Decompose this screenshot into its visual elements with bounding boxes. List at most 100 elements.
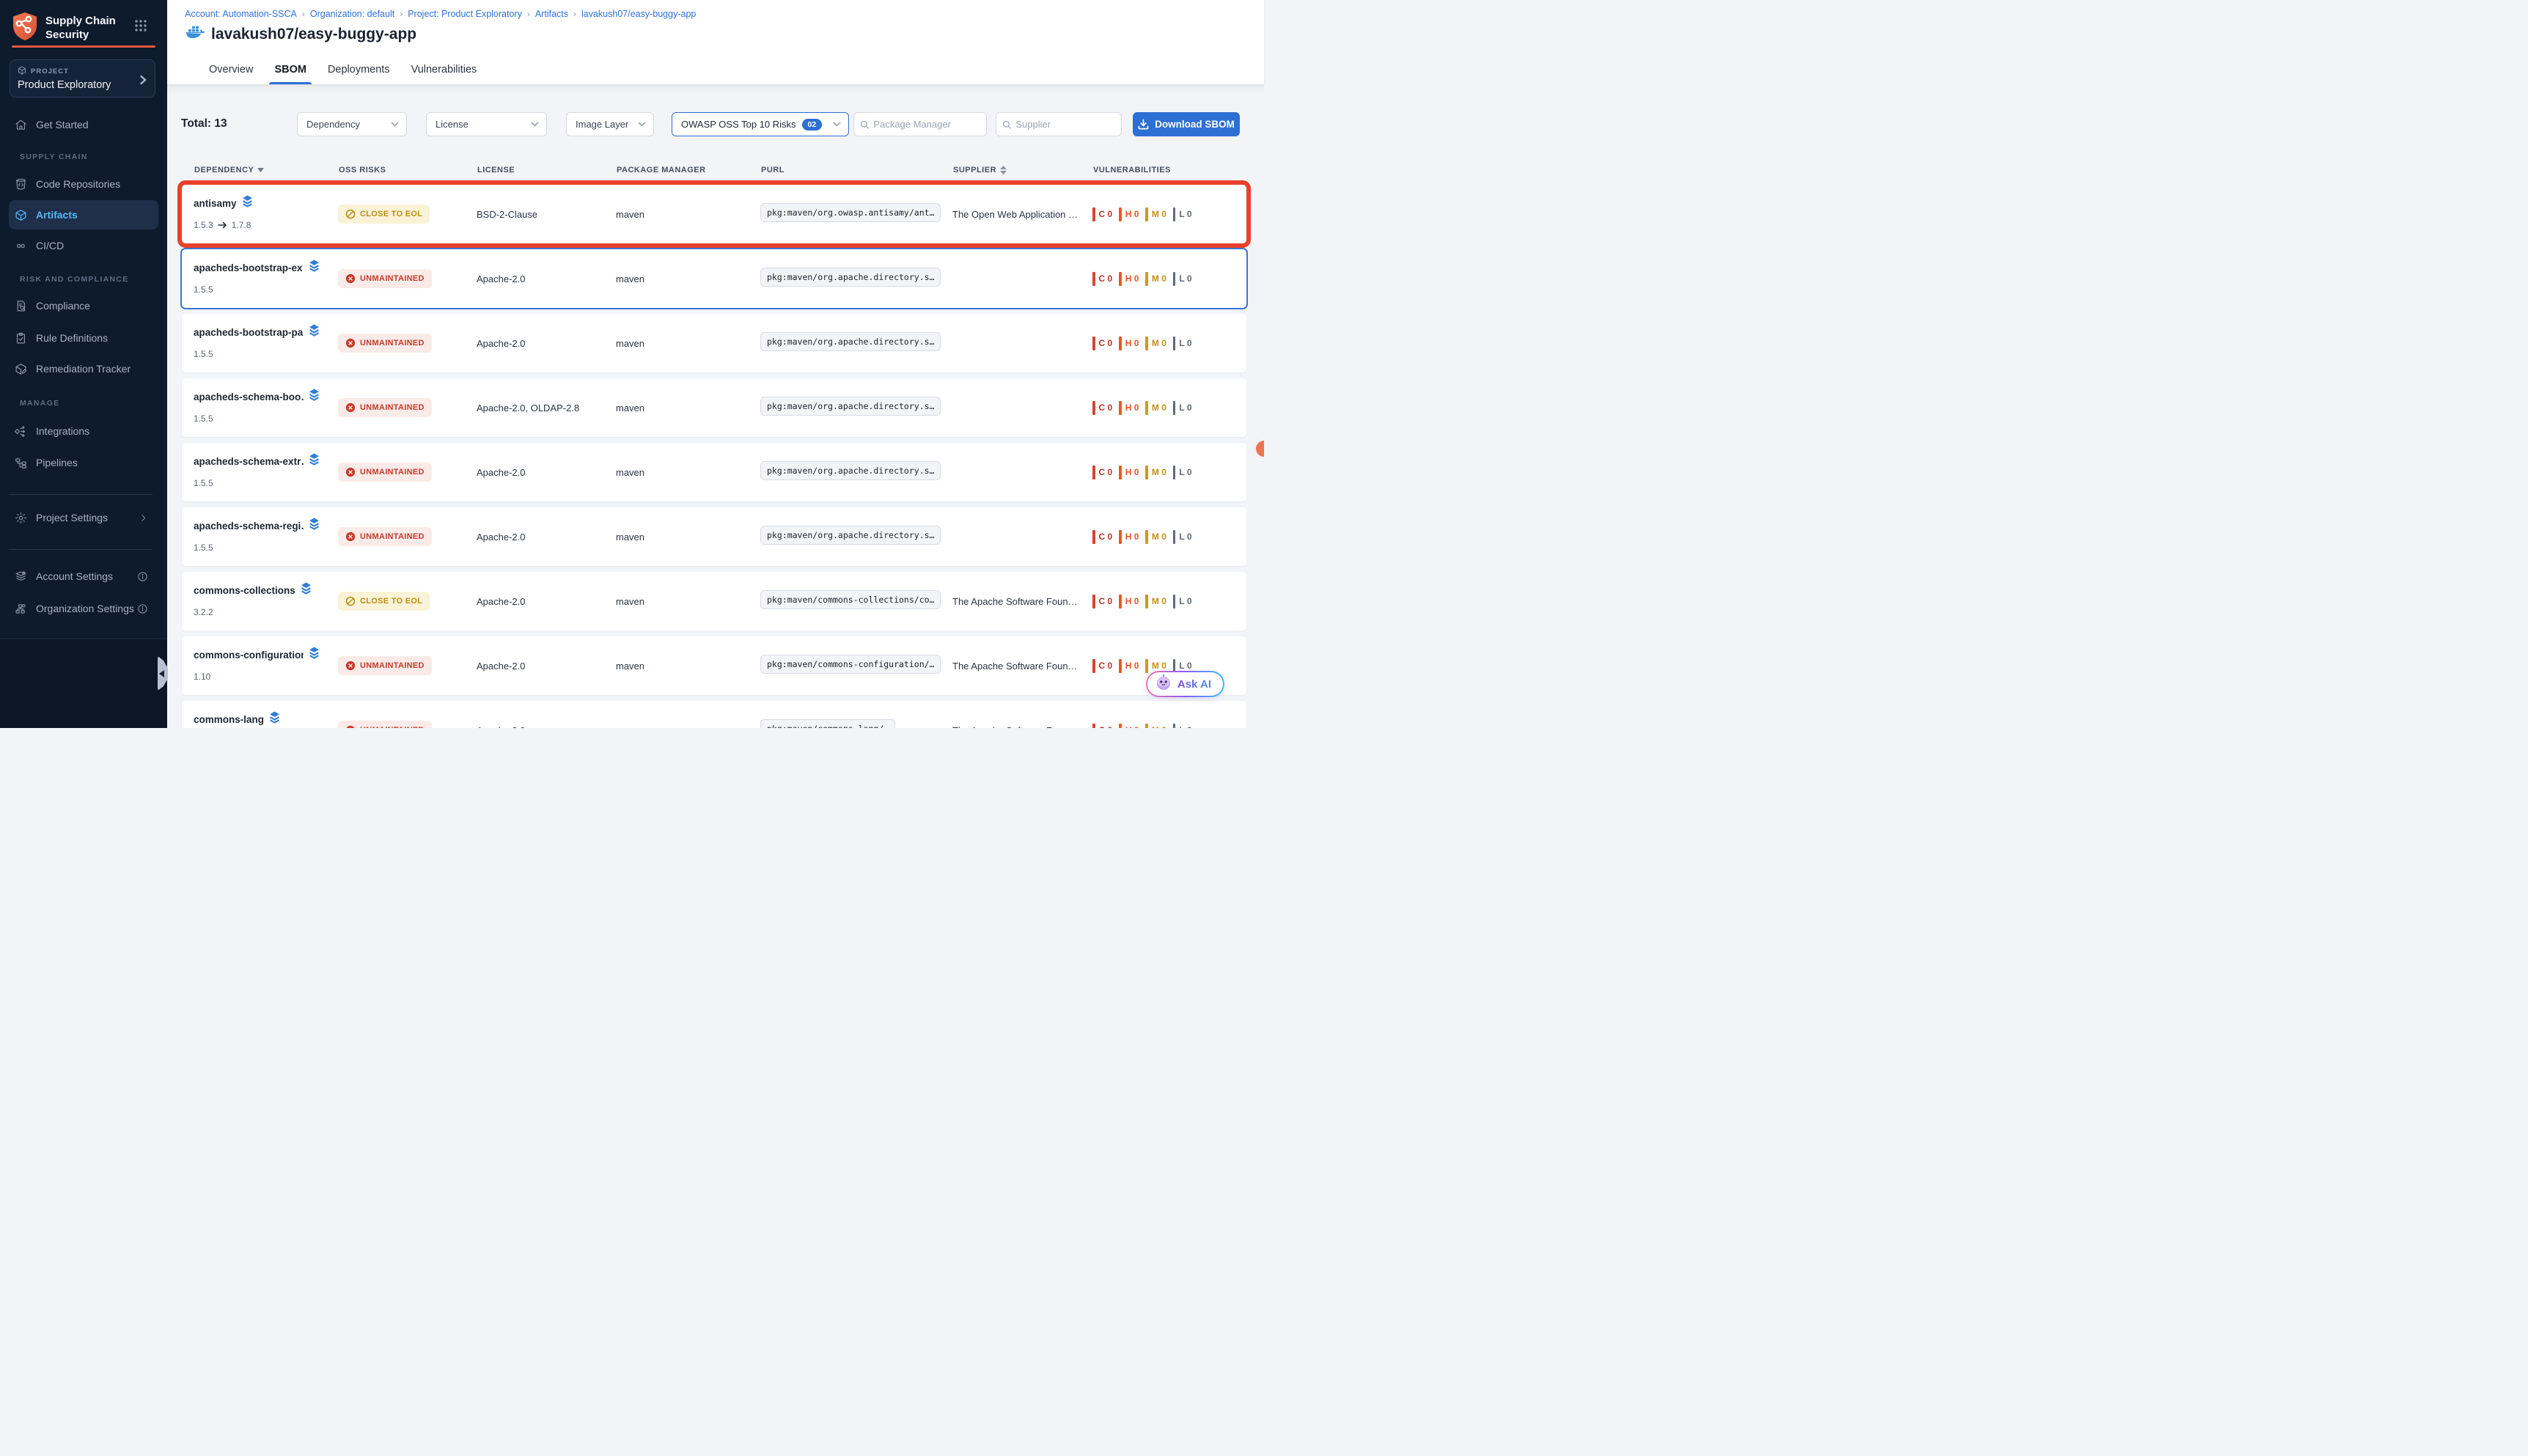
purl-value[interactable]: pkg:maven/org.apache.directory.s… (760, 397, 941, 416)
tab-overview[interactable]: Overview (208, 55, 254, 84)
dependency-version: 3.2.2 (194, 607, 338, 617)
main-content: Account: Automation-SSCA › Organization:… (167, 0, 1264, 728)
severity-bar (1173, 401, 1176, 415)
package-manager-value: maven (616, 209, 748, 220)
supplier-value: The Open Web Application … (952, 209, 1084, 220)
sidebar-item-integrations[interactable]: Integrations (9, 420, 158, 442)
purl-value[interactable]: pkg:maven/org.owasp.antisamy/ant… (760, 203, 941, 222)
tab-vulnerabilities[interactable]: Vulnerabilities (411, 55, 478, 84)
circle-x-icon (345, 338, 356, 348)
brand-divider (12, 45, 155, 48)
circle-x-icon (345, 532, 356, 542)
dependency-version: 1.10 (194, 672, 338, 682)
sidebar-item-remediation-tracker[interactable]: Remediation Tracker (9, 358, 158, 380)
severity-bar (1119, 530, 1122, 544)
table-row[interactable]: apacheds-schema-regi… 1.5.5 UNMAINTAINED… (182, 507, 1246, 566)
severity-bar (1092, 466, 1095, 479)
purl-value[interactable]: pkg:maven/commons-collections/co… (760, 590, 941, 609)
supplier-value: The Apache Software Foun… (952, 596, 1084, 607)
sidebar-item-artifacts[interactable]: Artifacts (9, 200, 158, 229)
table-row[interactable]: apacheds-schema-extr… 1.5.5 UNMAINTAINED… (182, 443, 1246, 501)
table-row[interactable]: apacheds-schema-boo… 1.5.5 UNMAINTAINED … (182, 378, 1246, 437)
tab-sbom[interactable]: SBOM (273, 55, 307, 84)
purl-value[interactable]: pkg:maven/commons-configuration/… (760, 655, 941, 674)
table-row[interactable]: antisamy 1.5.3 1.7.8 CLOSE TO EOL BSD-2-… (182, 185, 1246, 243)
table-row[interactable]: apacheds-bootstrap-pa… 1.5.5 UNMAINTAINE… (182, 314, 1246, 372)
license-value: Apache-2.0 (477, 661, 609, 672)
severity-label: C 0 (1099, 338, 1113, 348)
purl-value[interactable]: pkg:maven/org.apache.directory.s… (760, 268, 941, 287)
severity-h-count: H 0 (1119, 207, 1139, 221)
info-icon[interactable] (137, 571, 148, 582)
severity-bar (1173, 724, 1176, 729)
severity-label: L 0 (1179, 467, 1191, 477)
purl-value[interactable]: pkg:maven/commons-lang/… (760, 719, 895, 729)
box-edit-icon (15, 363, 27, 375)
breadcrumb-account[interactable]: Account: Automation-SSCA (185, 9, 297, 19)
severity-label: C 0 (1099, 532, 1113, 542)
purl-value[interactable]: pkg:maven/org.apache.directory.s… (760, 526, 941, 545)
breadcrumb-project[interactable]: Project: Product Exploratory (408, 9, 522, 19)
sidebar-item-code-repositories[interactable]: Code Repositories (9, 173, 158, 195)
collapse-arrow-icon (159, 670, 164, 677)
info-icon[interactable] (137, 603, 148, 614)
severity-bar (1092, 659, 1095, 673)
severity-bar (1092, 207, 1095, 221)
layers-icon (301, 582, 312, 598)
breadcrumb-artifacts[interactable]: Artifacts (535, 9, 568, 19)
severity-bar (1173, 272, 1176, 286)
breadcrumb-organization[interactable]: Organization: default (310, 9, 394, 19)
license-value: Apache-2.0 (477, 725, 609, 729)
project-selector[interactable]: PROJECT Product Exploratory (10, 59, 155, 98)
severity-label: M 0 (1152, 273, 1166, 284)
dependency-version: 1.5.5 (194, 478, 338, 488)
severity-h-count: H 0 (1119, 724, 1139, 729)
license-value: Apache-2.0, OLDAP-2.8 (477, 402, 609, 413)
box-icon (15, 209, 27, 221)
severity-label: M 0 (1152, 661, 1166, 671)
package-manager-value: maven (616, 338, 748, 349)
table-row[interactable]: commons-collections 3.2.2 CLOSE TO EOL A… (182, 572, 1246, 630)
ban-icon (345, 209, 356, 219)
sidebar-item-ci-cd[interactable]: CI/CD (9, 235, 158, 257)
purl-value[interactable]: pkg:maven/org.apache.directory.s… (760, 332, 941, 351)
sidebar-item-project-settings[interactable]: Project Settings (9, 507, 158, 529)
sidebar-item-label: Compliance (36, 300, 90, 312)
sidebar-item-get-started[interactable]: Get Started (9, 114, 158, 136)
oss-risk-badge: CLOSE TO EOL (338, 205, 430, 224)
license-value: BSD-2-Clause (477, 209, 609, 220)
severity-label: H 0 (1125, 338, 1139, 348)
table-row[interactable]: commons-configuration 1.10 UNMAINTAINED … (182, 636, 1246, 695)
tab-deployments[interactable]: Deployments (327, 55, 391, 84)
license-value: Apache-2.0 (477, 273, 609, 284)
purl-value[interactable]: pkg:maven/org.apache.directory.s… (760, 461, 941, 480)
severity-c-count: C 0 (1092, 272, 1112, 286)
table-row[interactable]: apacheds-bootstrap-ex… 1.5.5 UNMAINTAINE… (182, 249, 1246, 308)
sidebar-item-account-settings[interactable]: Account Settings (9, 565, 158, 587)
ask-ai-button[interactable]: Ask AI (1146, 671, 1224, 697)
severity-label: H 0 (1125, 532, 1139, 542)
severity-c-count: C 0 (1092, 207, 1112, 221)
table-row[interactable]: commons-lang UNMAINTAINED Apache-2.0 mav… (182, 701, 1246, 728)
severity-label: M 0 (1152, 467, 1166, 477)
severity-l-count: L 0 (1173, 337, 1192, 350)
sidebar-item-compliance[interactable]: Compliance (9, 295, 158, 317)
infinity-icon (15, 240, 27, 252)
severity-bar (1119, 595, 1122, 608)
sidebar-item-rule-definitions[interactable]: Rule Definitions (9, 327, 158, 349)
sidebar-item-organization-settings[interactable]: Organization Settings (9, 598, 158, 619)
breadcrumb-current[interactable]: lavakush07/easy-buggy-app (581, 9, 696, 19)
severity-m-count: M 0 (1145, 272, 1166, 286)
severity-label: C 0 (1099, 402, 1113, 413)
nav-section-label: SUPPLY CHAIN (20, 152, 88, 161)
severity-label: L 0 (1179, 402, 1191, 413)
dependency-version: 1.5.5 (194, 413, 338, 424)
severity-bar (1119, 207, 1122, 221)
severity-bar (1173, 207, 1176, 221)
app-logo[interactable]: Supply Chain Security (12, 12, 126, 45)
severity-m-count: M 0 (1145, 530, 1166, 544)
module-grid-icon[interactable] (134, 19, 147, 36)
chevron-right-icon (139, 75, 147, 89)
sidebar-item-pipelines[interactable]: Pipelines (9, 452, 158, 474)
breadcrumb: Account: Automation-SSCA › Organization:… (185, 9, 696, 19)
